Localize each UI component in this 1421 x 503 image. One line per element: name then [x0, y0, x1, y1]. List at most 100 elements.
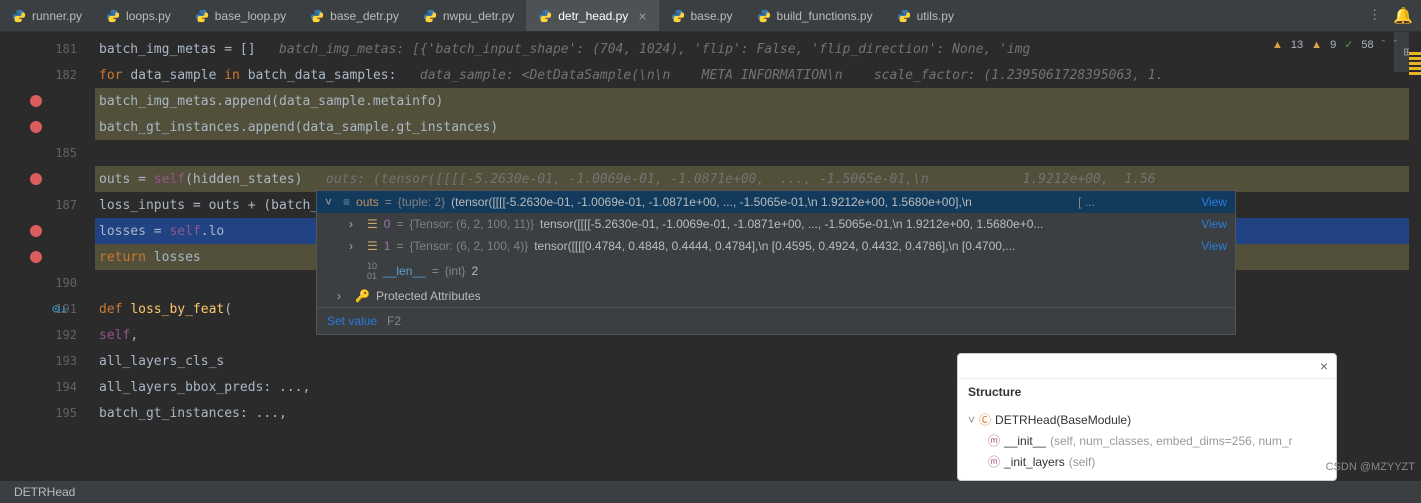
chevron-right-icon[interactable]: › — [349, 239, 361, 253]
structure-method-row[interactable]: ⓜ __init__(self, num_classes, embed_dims… — [968, 430, 1326, 451]
array-icon: ☰ — [367, 217, 378, 231]
structure-method-row[interactable]: ⓜ _init_layers(self) — [968, 451, 1326, 472]
method-name: __init__ — [1004, 434, 1046, 448]
tab-label: utils.py — [917, 9, 954, 23]
debug-variable-popup: ˅ ≡ outs = {tuple: 2} (tensor([[[[-5.263… — [316, 190, 1236, 335]
line-number: 194 — [55, 380, 77, 394]
line-number: 192 — [55, 328, 77, 342]
tab-label: base_detr.py — [330, 9, 399, 23]
tab-runner[interactable]: runner.py — [0, 0, 94, 31]
debug-row[interactable]: › 🔑 Protected Attributes — [317, 285, 1235, 307]
line-number: 185 — [55, 146, 77, 160]
equals: = — [396, 217, 403, 231]
tab-utils[interactable]: utils.py — [885, 0, 966, 31]
mark[interactable] — [1409, 62, 1421, 65]
close-icon[interactable]: × — [1320, 358, 1328, 374]
var-type: {tuple: 2} — [398, 195, 445, 209]
close-icon[interactable]: × — [638, 8, 646, 24]
debug-row[interactable]: › ☰ 1 = {Tensor: (6, 2, 100, 4)} tensor(… — [317, 235, 1235, 257]
mark[interactable] — [1409, 67, 1421, 70]
view-link[interactable]: View — [1201, 217, 1227, 231]
error-stripe[interactable] — [1409, 32, 1421, 481]
binary-icon: 1001 — [367, 261, 377, 281]
tab-loops[interactable]: loops.py — [94, 0, 183, 31]
tab-build-functions[interactable]: build_functions.py — [745, 0, 885, 31]
ellipsis: [ ... — [1078, 195, 1095, 209]
chevron-down-icon[interactable]: ˅ — [325, 195, 337, 209]
chevron-up-icon[interactable]: ˆ — [1382, 39, 1386, 51]
inspection-status[interactable]: ▲13 ▲9 ✓58 ˆ ˇ — [1272, 38, 1397, 51]
line-number: 193 — [55, 354, 77, 368]
mark[interactable] — [1409, 72, 1421, 75]
structure-panel: × Structure ˅ Ⓒ DETRHead(BaseModule) ⓜ _… — [957, 353, 1337, 481]
method-name: _init_layers — [1004, 455, 1065, 469]
var-group: Protected Attributes — [376, 289, 481, 303]
debug-row[interactable]: ˅ ≡ outs = {tuple: 2} (tensor([[[[-5.263… — [317, 191, 1235, 213]
structure-tree: ˅ Ⓒ DETRHead(BaseModule) ⓜ __init__(self… — [958, 405, 1336, 480]
code-line[interactable] — [95, 140, 1409, 166]
set-value-link[interactable]: Set value — [327, 314, 377, 328]
breakpoint-icon[interactable] — [30, 251, 42, 263]
code-line[interactable]: batch_img_metas.append(data_sample.metai… — [95, 88, 1409, 114]
mark[interactable] — [1409, 57, 1421, 60]
bell-icon[interactable]: 🔔 — [1393, 6, 1413, 25]
tab-label: loops.py — [126, 9, 171, 23]
chevron-down-icon[interactable]: ˅ — [968, 413, 975, 427]
var-type: {Tensor: (6, 2, 100, 11)} — [409, 217, 534, 231]
equals: = — [432, 264, 439, 278]
tab-label: detr_head.py — [558, 9, 628, 23]
override-icon[interactable]: ⊙↓ — [52, 302, 68, 317]
method-icon: ⓜ — [988, 432, 1000, 449]
breakpoint-icon[interactable] — [30, 173, 42, 185]
view-link[interactable]: View — [1201, 239, 1227, 253]
chevron-right-icon[interactable]: › — [349, 217, 361, 231]
tab-label: base_loop.py — [215, 9, 286, 23]
var-type: {Tensor: (6, 2, 100, 4)} — [409, 239, 528, 253]
python-icon — [538, 9, 552, 23]
breakpoint-icon[interactable] — [30, 95, 42, 107]
breadcrumb[interactable]: DETRHead — [14, 485, 75, 499]
tab-base-detr[interactable]: base_detr.py — [298, 0, 411, 31]
mark[interactable] — [1409, 52, 1421, 55]
code-line[interactable]: for data_sample in batch_data_samples: d… — [95, 62, 1409, 88]
more-icon[interactable]: ⋮ — [1368, 8, 1381, 23]
python-icon — [897, 9, 911, 23]
key-icon: 🔑 — [355, 289, 370, 303]
tab-base-loop[interactable]: base_loop.py — [183, 0, 298, 31]
code-line[interactable]: batch_gt_instances.append(data_sample.gt… — [95, 114, 1409, 140]
var-name: __len__ — [383, 264, 426, 278]
var-name: outs — [356, 195, 379, 209]
class-icon: Ⓒ — [979, 411, 991, 428]
tab-base[interactable]: base.py — [659, 0, 745, 31]
gutter[interactable]: 181 182 185 187 💡 190 191⊙↓ 192 193 194 … — [0, 32, 95, 481]
var-index: 0 — [384, 217, 391, 231]
code-line[interactable]: batch_img_metas = [] batch_img_metas: [{… — [95, 36, 1409, 62]
debug-row[interactable]: › ☰ 0 = {Tensor: (6, 2, 100, 11)} tensor… — [317, 213, 1235, 235]
line-number: 187 — [55, 198, 77, 212]
python-icon — [310, 9, 324, 23]
array-icon: ☰ — [367, 239, 378, 253]
weak-warning-count: 9 — [1330, 39, 1336, 51]
tab-label: base.py — [691, 9, 733, 23]
warning-icon: ▲ — [1272, 39, 1283, 51]
code-line[interactable]: outs = self(hidden_states) outs: (tensor… — [95, 166, 1409, 192]
tab-nwpu-detr[interactable]: nwpu_detr.py — [411, 0, 526, 31]
list-icon: ≡ — [343, 195, 350, 209]
chevron-down-icon[interactable]: ˇ — [1393, 39, 1397, 51]
python-icon — [757, 9, 771, 23]
breakpoint-icon[interactable] — [30, 121, 42, 133]
weak-warning-icon: ▲ — [1311, 39, 1322, 51]
structure-class-row[interactable]: ˅ Ⓒ DETRHead(BaseModule) — [968, 409, 1326, 430]
breakpoint-icon[interactable] — [30, 225, 42, 237]
var-value: tensor([[[[-5.2630e-01, -1.0069e-01, -1.… — [540, 217, 1043, 231]
view-link[interactable]: View — [1201, 195, 1227, 209]
python-icon — [12, 9, 26, 23]
line-number: 195 — [55, 406, 77, 420]
debug-row[interactable]: 1001 __len__ = {int} 2 — [317, 257, 1235, 285]
var-index: 1 — [384, 239, 391, 253]
tab-detr-head[interactable]: detr_head.py × — [526, 0, 658, 31]
var-value: tensor([[[[0.4784, 0.4848, 0.4444, 0.478… — [534, 239, 1015, 253]
var-value: 2 — [471, 264, 478, 278]
chevron-right-icon[interactable]: › — [337, 289, 349, 303]
python-icon — [195, 9, 209, 23]
